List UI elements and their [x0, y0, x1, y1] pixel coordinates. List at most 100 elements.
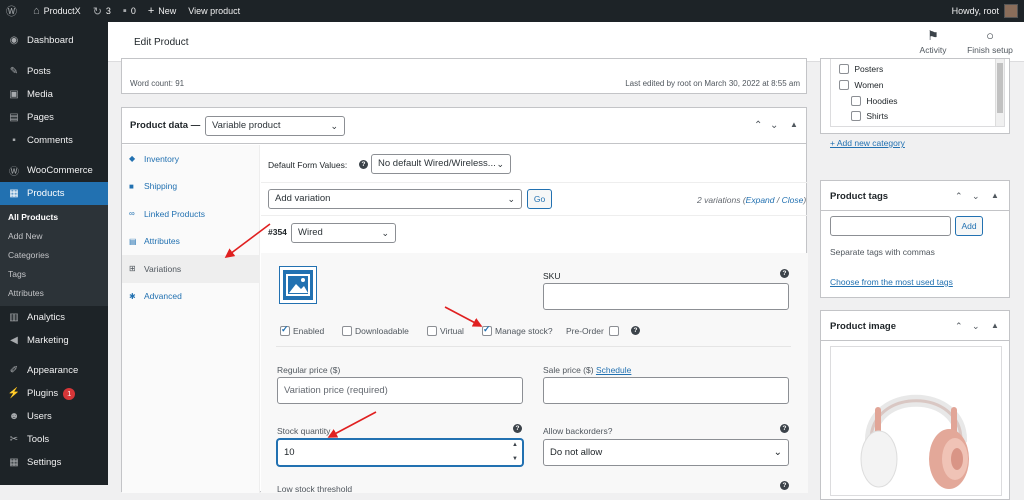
plus-icon: +	[147, 5, 155, 17]
submenu-add-new[interactable]: Add New	[0, 227, 108, 246]
last-edited: Last edited by root on March 30, 2022 at…	[625, 79, 800, 88]
regular-price-field[interactable]: Variation price (required)	[277, 377, 523, 404]
menu-tools[interactable]: ✂ Tools	[0, 428, 108, 451]
products-icon: ▦	[9, 188, 19, 199]
submenu-all-products[interactable]: All Products	[0, 208, 108, 227]
users-icon: ☻	[8, 411, 20, 422]
image-icon	[286, 274, 310, 296]
variation-attribute-select[interactable]: Wired ⌄	[291, 223, 396, 243]
menu-pages[interactable]: ▤ Pages	[0, 106, 108, 129]
menu-media[interactable]: ▣ Media	[0, 83, 108, 106]
add-tag-button[interactable]: Add	[955, 216, 983, 236]
choose-tags-link[interactable]: Choose from the most used tags	[830, 277, 953, 287]
new-content-link[interactable]: + New	[142, 0, 182, 22]
menu-woocommerce[interactable]: Ⓦ WooCommerce	[0, 159, 108, 182]
menu-dashboard[interactable]: ◉ Dashboard	[0, 29, 108, 52]
menu-marketing[interactable]: ◀ Marketing	[0, 329, 108, 352]
activity-button[interactable]: ⚑ Activity	[903, 28, 963, 55]
flag-icon: ⚑	[927, 28, 939, 43]
updates-link[interactable]: ↻ 3	[87, 0, 117, 22]
tag-input[interactable]	[830, 216, 951, 236]
tab-linked-products[interactable]: ∞ Linked Products	[122, 200, 259, 228]
help-icon: ?	[359, 160, 368, 169]
move-down-icon[interactable]: ⌄	[972, 321, 980, 332]
category-posters[interactable]: Posters	[839, 64, 883, 74]
wordpress-logo-icon[interactable]: Ⓦ	[0, 0, 27, 22]
spinner-arrows-icon[interactable]: ▲ ▼	[512, 438, 518, 466]
default-form-select[interactable]: No default Wired/Wireless... ⌄	[371, 154, 511, 174]
submenu-attributes[interactable]: Attributes	[0, 284, 108, 303]
pin-icon: ✎	[9, 66, 19, 77]
toggle-panel-icon[interactable]: ▲	[790, 120, 798, 129]
media-icon: ▣	[9, 89, 19, 100]
menu-appearance[interactable]: ✐ Appearance	[0, 359, 108, 382]
brush-icon: ✐	[9, 365, 19, 376]
scrollbar[interactable]	[995, 59, 1004, 126]
sku-field[interactable]	[543, 283, 789, 310]
menu-users[interactable]: ☻ Users	[0, 405, 108, 428]
move-up-icon[interactable]: ⌃	[955, 191, 963, 202]
add-new-category-link[interactable]: + Add new category	[830, 138, 905, 148]
plugin-icon: ⚡	[7, 388, 21, 399]
move-up-icon[interactable]: ⌃	[754, 120, 762, 131]
tab-advanced[interactable]: ✱ Advanced	[122, 283, 259, 311]
category-hoodies[interactable]: Hoodies	[851, 96, 898, 106]
tab-variations[interactable]: ⊞ Variations	[122, 255, 259, 283]
menu-settings[interactable]: ▦ Settings	[0, 451, 108, 474]
variation-image-upload[interactable]	[279, 266, 317, 304]
add-variation-select[interactable]: Add variation ⌄	[268, 189, 522, 209]
close-link[interactable]: Close	[782, 195, 804, 205]
menu-analytics[interactable]: ▥ Analytics	[0, 306, 108, 329]
chevron-down-icon: ⌄	[507, 194, 515, 204]
menu-products[interactable]: ▦ Products	[0, 182, 108, 205]
account-menu[interactable]: Howdy, root	[952, 0, 1018, 22]
comment-icon: ▪	[122, 5, 127, 17]
analytics-icon: ▥	[9, 312, 19, 323]
sale-price-field[interactable]	[543, 377, 789, 404]
toggle-panel-icon[interactable]: ▲	[991, 321, 999, 330]
variations-panel: Default Form Values: ? No default Wired/…	[261, 145, 808, 494]
submenu-categories[interactable]: Categories	[0, 246, 108, 265]
preorder-checkbox[interactable]: Pre-Order	[566, 326, 622, 336]
view-product-link[interactable]: View product	[182, 0, 246, 22]
move-down-icon[interactable]: ⌄	[770, 120, 778, 131]
schedule-link[interactable]: Schedule	[596, 365, 631, 375]
tab-attributes[interactable]: ▤ Attributes	[122, 228, 259, 256]
avatar	[1004, 4, 1018, 18]
category-shirts[interactable]: Shirts	[851, 111, 888, 121]
move-up-icon[interactable]: ⌃	[955, 321, 963, 332]
enabled-checkbox[interactable]: Enabled	[280, 324, 324, 336]
tags-hint: Separate tags with commas	[830, 247, 935, 257]
category-women[interactable]: Women	[839, 80, 884, 90]
comments-link[interactable]: ▪ 0	[117, 0, 142, 22]
chevron-down-icon: ⌄	[773, 447, 782, 458]
checkbox-unchecked	[427, 326, 437, 336]
menu-comments[interactable]: ▪ Comments	[0, 129, 108, 152]
toggle-panel-icon[interactable]: ▲	[991, 191, 999, 200]
go-button[interactable]: Go	[527, 189, 552, 209]
grid-icon: ⊞	[129, 264, 136, 274]
downloadable-checkbox[interactable]: Downloadable	[342, 326, 409, 336]
virtual-checkbox[interactable]: Virtual	[427, 326, 464, 336]
default-form-label: Default Form Values:	[268, 160, 348, 170]
menu-plugins[interactable]: ⚡ Plugins 1	[0, 382, 108, 405]
manage-stock-checkbox[interactable]: Manage stock?	[482, 324, 553, 336]
tab-inventory[interactable]: ◆ Inventory	[122, 145, 259, 173]
site-name-link[interactable]: ⌂ ProductX	[27, 0, 87, 22]
menu-posts[interactable]: ✎ Posts	[0, 60, 108, 83]
sale-price-label: Sale price ($) Schedule	[543, 365, 632, 375]
sku-label: SKU	[543, 271, 561, 281]
expand-link[interactable]: Expand	[746, 195, 775, 205]
finish-setup-button[interactable]: ○ Finish setup	[960, 28, 1020, 55]
move-down-icon[interactable]: ⌄	[972, 191, 980, 202]
link-icon: ∞	[129, 209, 135, 219]
backorders-select[interactable]: Do not allow ⌄	[543, 439, 789, 466]
stock-quantity-label: Stock quantity	[277, 426, 331, 436]
checkbox-unchecked	[851, 96, 861, 106]
product-image[interactable]	[830, 346, 1002, 496]
stock-quantity-field[interactable]: 10 ▲ ▼	[277, 439, 523, 466]
tab-shipping[interactable]: ■ Shipping	[122, 173, 259, 201]
checkbox-unchecked	[839, 80, 849, 90]
product-type-select[interactable]: Variable product ⌄	[205, 116, 345, 136]
submenu-tags[interactable]: Tags	[0, 265, 108, 284]
